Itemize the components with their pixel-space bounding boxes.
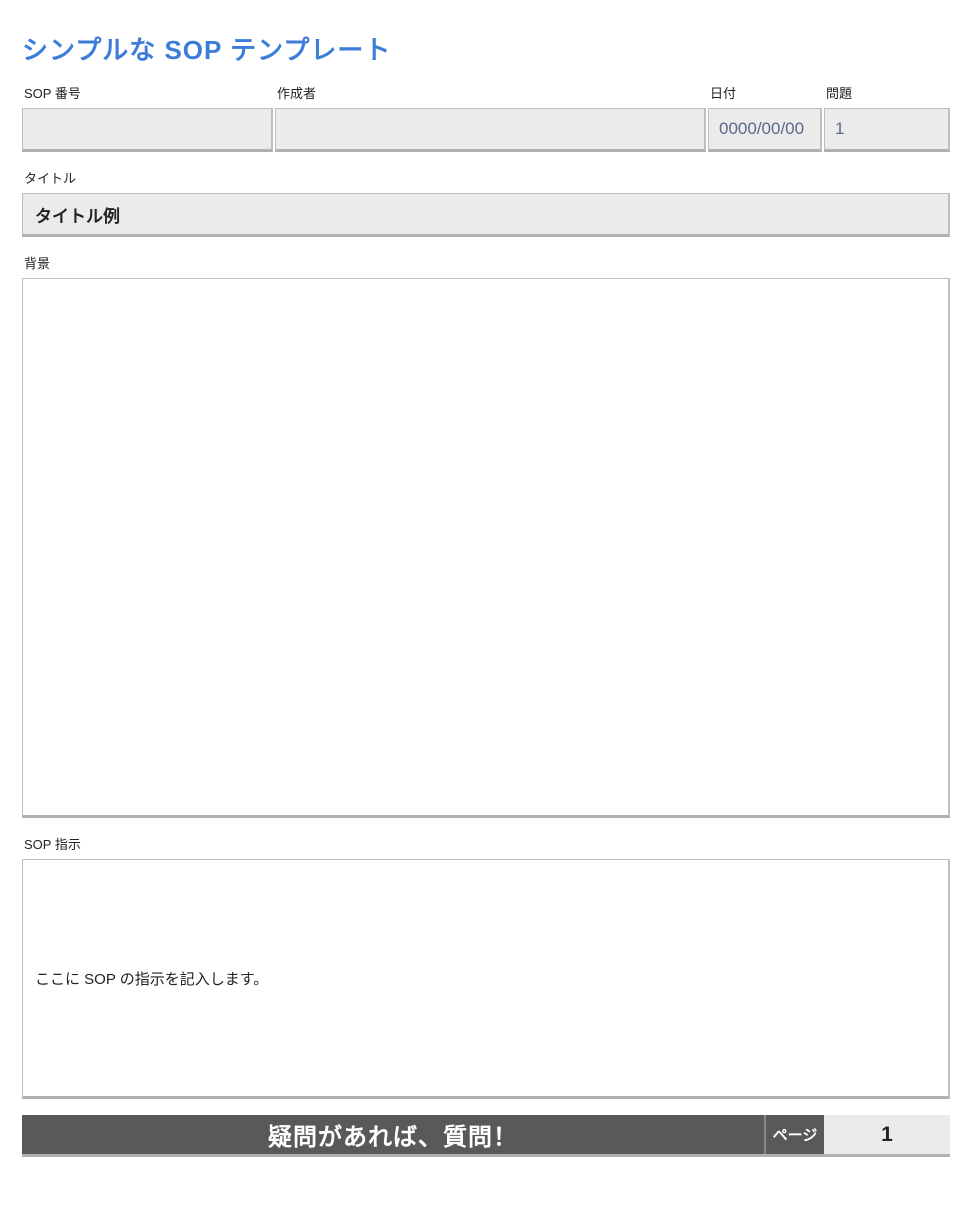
author-label: 作成者 — [275, 83, 706, 102]
title-field[interactable]: タイトル例 — [22, 193, 950, 237]
background-section: 背景 — [22, 253, 950, 818]
sop-instructions-label: SOP 指示 — [22, 834, 950, 853]
sop-no-field[interactable] — [22, 108, 273, 152]
title-section: タイトル タイトル例 — [22, 168, 950, 237]
footer-message: 疑問があれば、質問！ — [22, 1115, 764, 1154]
sop-instructions-field[interactable]: ここに SOP の指示を記入します。 — [22, 859, 950, 1099]
header-row: SOP 番号 作成者 日付 0000/00/00 問題 1 — [22, 83, 950, 152]
issue-field[interactable]: 1 — [824, 108, 950, 152]
title-label: タイトル — [22, 168, 950, 187]
sop-instructions-section: SOP 指示 ここに SOP の指示を記入します。 — [22, 834, 950, 1099]
background-label: 背景 — [22, 253, 950, 272]
footer-page-number: 1 — [824, 1115, 950, 1154]
date-field[interactable]: 0000/00/00 — [708, 108, 822, 152]
background-field[interactable] — [22, 278, 950, 818]
page-title: シンプルな SOP テンプレート — [22, 30, 950, 67]
footer-page-label: ページ — [764, 1115, 824, 1154]
footer-bar: 疑問があれば、質問！ ページ 1 — [22, 1115, 950, 1157]
issue-label: 問題 — [824, 83, 950, 102]
author-field[interactable] — [275, 108, 706, 152]
sop-no-label: SOP 番号 — [22, 83, 273, 102]
date-label: 日付 — [708, 83, 822, 102]
